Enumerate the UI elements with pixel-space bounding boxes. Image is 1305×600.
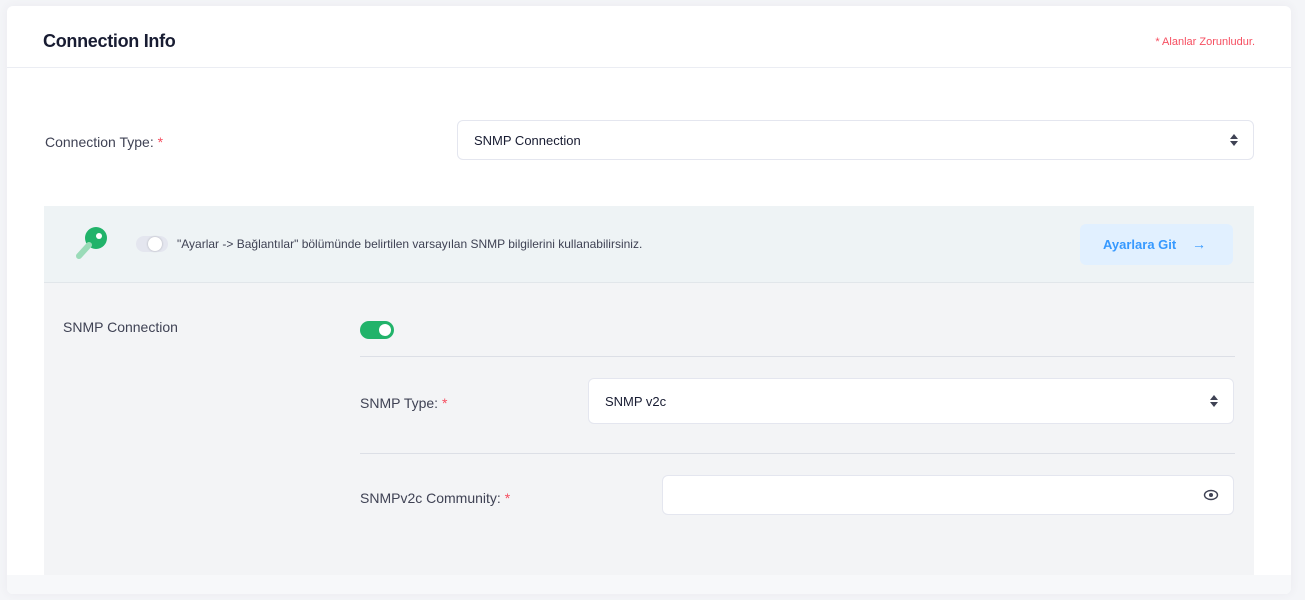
key-icon xyxy=(74,225,114,265)
connection-info-card: Connection Info * Alanlar Zorunludur. Co… xyxy=(7,6,1291,594)
snmp-connection-toggle[interactable] xyxy=(360,321,394,339)
snmp-community-label: SNMPv2c Community: * xyxy=(360,490,510,506)
snmp-type-label: SNMP Type: * xyxy=(360,395,447,411)
connection-type-label-text: Connection Type: xyxy=(45,134,154,150)
snmp-connection-label: SNMP Connection xyxy=(63,319,178,335)
arrow-right-icon: → xyxy=(1192,236,1206,252)
snmp-community-label-text: SNMPv2c Community: xyxy=(360,490,501,506)
snmp-type-value: SNMP v2c xyxy=(605,394,667,409)
snmp-settings-panel: "Ayarlar -> Bağlantılar" bölümünde belir… xyxy=(44,206,1254,576)
required-mark: * xyxy=(441,395,448,411)
connection-type-select[interactable]: SNMP Connection xyxy=(457,120,1254,160)
divider xyxy=(360,356,1235,357)
snmp-type-select[interactable]: SNMP v2c xyxy=(588,378,1234,424)
card-header: Connection Info * Alanlar Zorunludur. xyxy=(7,6,1291,68)
select-arrows-icon xyxy=(1209,392,1219,410)
required-mark: * xyxy=(504,490,511,506)
card-title: Connection Info xyxy=(43,31,176,51)
card-footer-strip xyxy=(7,575,1291,594)
toggle-knob xyxy=(379,324,391,336)
divider xyxy=(360,453,1235,454)
toggle-knob xyxy=(148,237,162,251)
eye-icon[interactable] xyxy=(1203,488,1219,502)
default-snmp-info-text: "Ayarlar -> Bağlantılar" bölümünde belir… xyxy=(177,237,643,251)
required-mark: * xyxy=(157,134,164,150)
connection-type-value: SNMP Connection xyxy=(474,133,581,148)
go-to-settings-label: Ayarlara Git xyxy=(1103,237,1177,252)
go-to-settings-button[interactable]: Ayarlara Git → xyxy=(1080,224,1233,265)
connection-type-label: Connection Type: * xyxy=(45,134,163,150)
required-fields-note: * Alanlar Zorunludur. xyxy=(1155,36,1255,48)
snmp-community-input[interactable] xyxy=(662,475,1234,515)
select-arrows-icon xyxy=(1229,131,1239,149)
snmp-type-label-text: SNMP Type: xyxy=(360,395,439,411)
use-default-snmp-toggle[interactable] xyxy=(136,236,168,252)
default-snmp-info-bar: "Ayarlar -> Bağlantılar" bölümünde belir… xyxy=(44,206,1254,283)
